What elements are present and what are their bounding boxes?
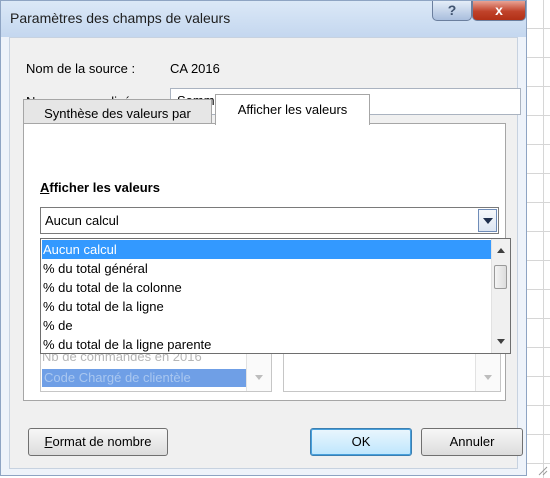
scroll-up-icon[interactable] [497, 248, 505, 253]
close-button[interactable]: x [472, 1, 526, 21]
dropdown-option-total-ligne-parente[interactable]: % du total de la ligne parente [42, 335, 493, 353]
scrollbar-thumb[interactable] [494, 265, 507, 289]
show-values-as-heading: Afficher les valeurs [40, 180, 160, 195]
source-name-value: CA 2016 [170, 61, 220, 76]
number-format-button[interactable]: Format de nombre [28, 428, 168, 456]
tab-summarize-values-by[interactable]: Synthèse des valeurs par [23, 99, 212, 124]
base-item-scrollbar[interactable] [475, 348, 500, 391]
combobox-dropdown-button[interactable] [478, 209, 497, 232]
resize-grip-icon[interactable] [536, 464, 548, 476]
dropdown-option-aucun-calcul[interactable]: Aucun calcul [42, 240, 493, 259]
scroll-down-icon [255, 375, 263, 380]
background-spreadsheet [527, 0, 550, 478]
dropdown-option-pct-de[interactable]: % de [42, 316, 493, 335]
tab-show-values-as[interactable]: Afficher les valeurs [215, 94, 370, 125]
ok-button[interactable]: OK [310, 428, 412, 456]
title-bar: Paramètres des champs de valeurs ? x [1, 1, 526, 37]
show-values-as-combobox[interactable]: Aucun calcul [40, 207, 499, 234]
close-icon: x [495, 2, 503, 18]
help-button[interactable]: ? [432, 1, 472, 21]
scroll-down-icon[interactable] [497, 339, 505, 344]
help-icon: ? [447, 2, 457, 18]
chevron-down-icon [483, 218, 493, 224]
dropdown-option-total-ligne[interactable]: % du total de la ligne [42, 297, 493, 316]
cancel-button[interactable]: Annuler [421, 428, 523, 456]
dropdown-option-total-colonne[interactable]: % du total de la colonne [42, 278, 493, 297]
dropdown-option-total-general[interactable]: % du total général [42, 259, 493, 278]
source-name-label: Nom de la source : [26, 61, 136, 76]
dropdown-scrollbar[interactable] [491, 239, 510, 353]
dialog-title: Paramètres des champs de valeurs [10, 10, 231, 26]
scroll-down-icon [484, 375, 492, 380]
combobox-value: Aucun calcul [45, 213, 119, 228]
show-values-as-dropdown-list: Aucun calcul % du total général % du tot… [40, 238, 511, 354]
list-item-selected: Code Chargé de clientèle [42, 369, 246, 387]
base-field-scrollbar[interactable] [246, 348, 271, 391]
